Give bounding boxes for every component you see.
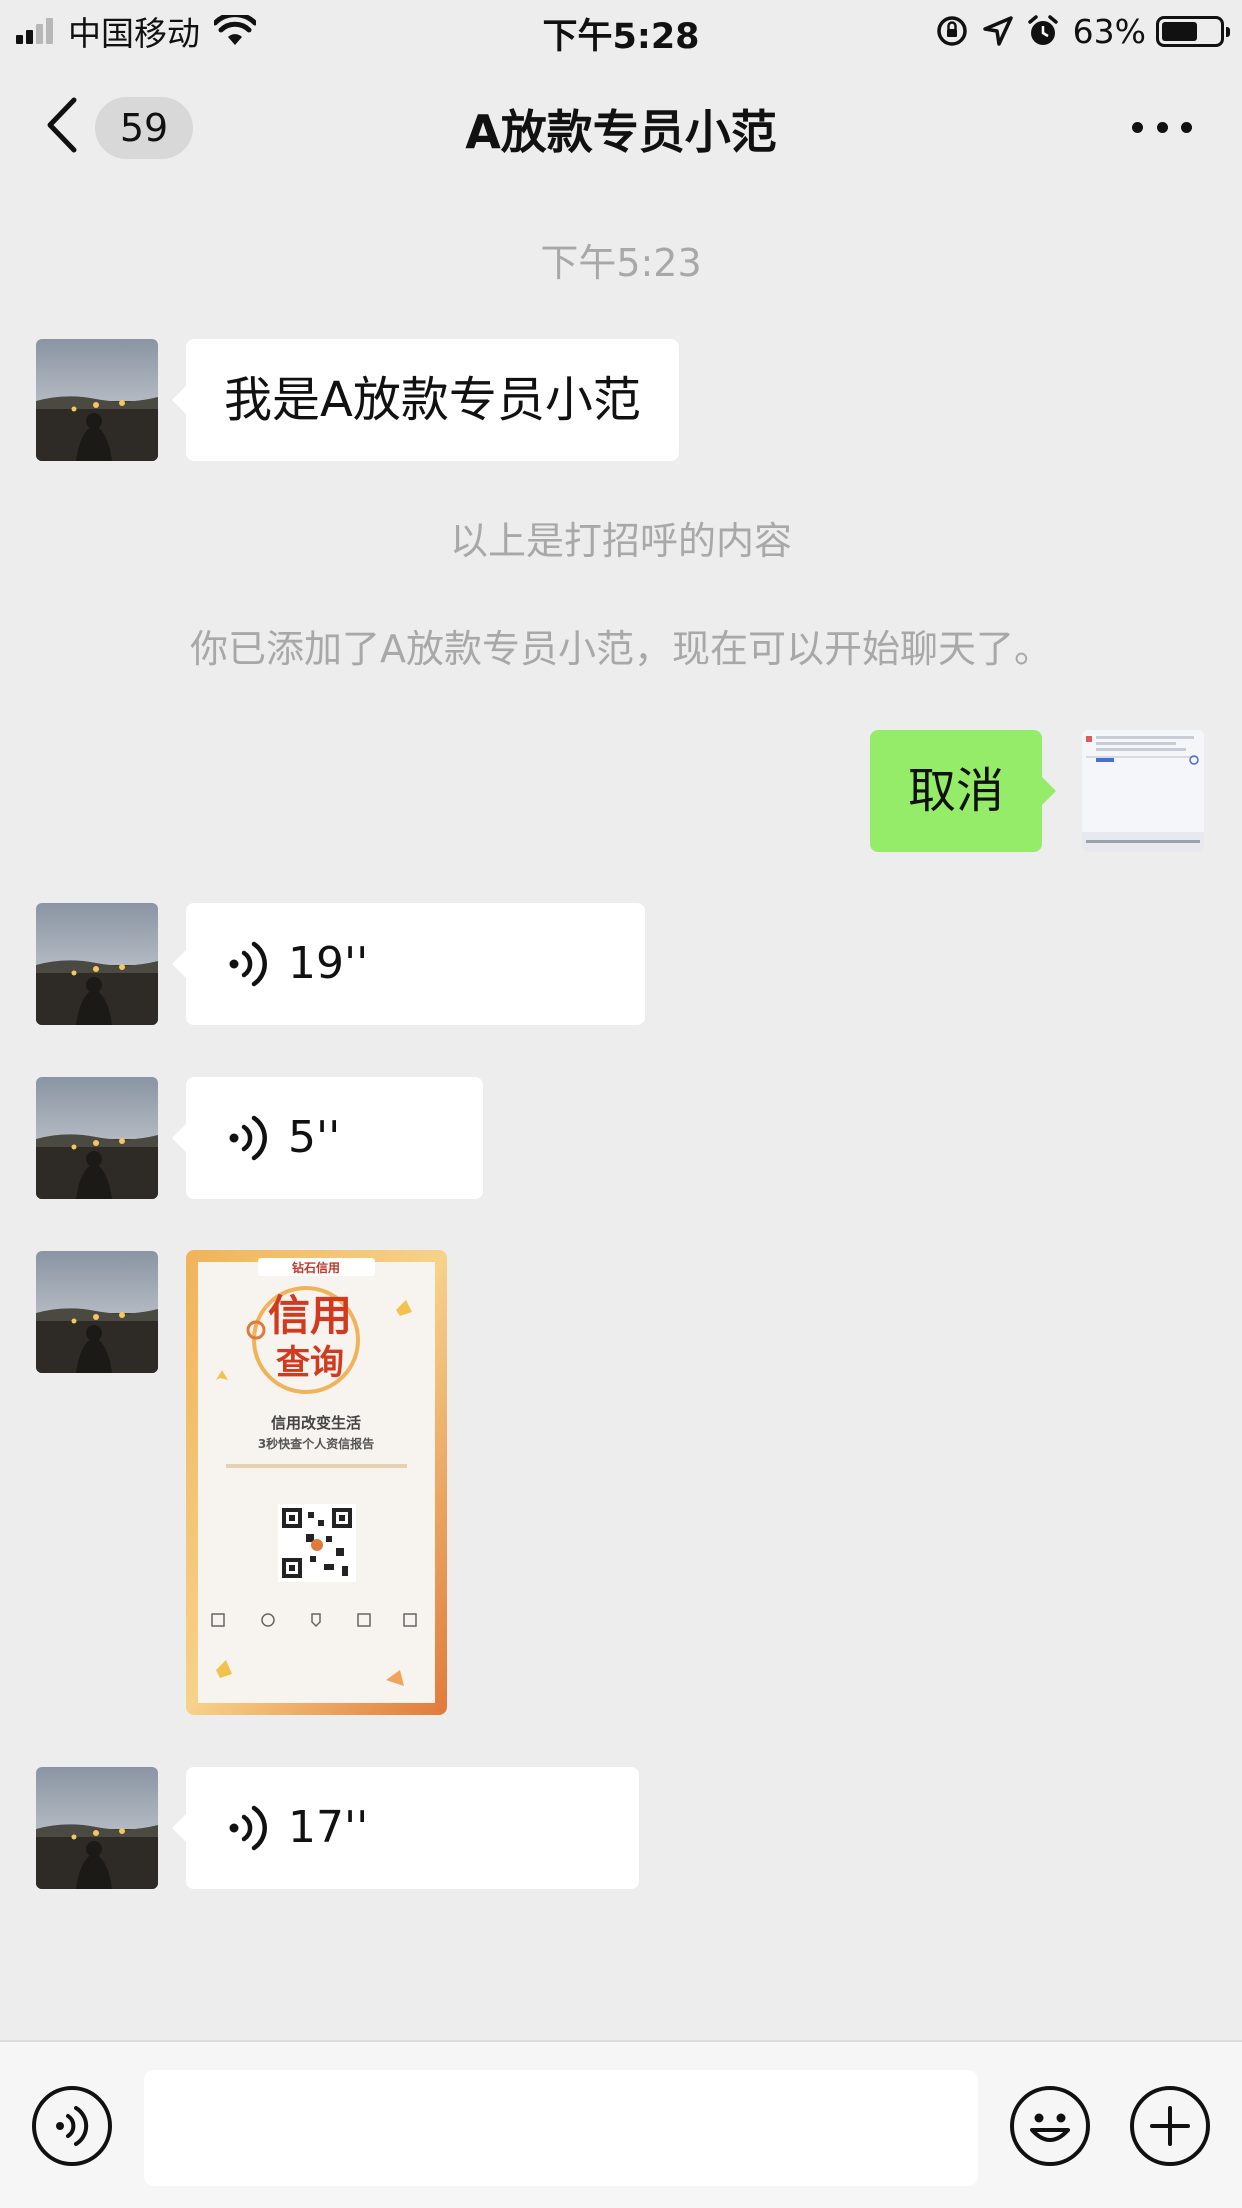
more-dots-icon[interactable] [1132, 110, 1192, 144]
contact-avatar[interactable] [36, 903, 158, 1025]
voice-duration: 5'' [288, 1112, 341, 1163]
contact-avatar[interactable] [36, 1767, 158, 1889]
unread-count-badge[interactable]: 59 [95, 97, 193, 159]
voice-duration: 17'' [288, 1802, 369, 1853]
nav-bar: 59 A放款专员小范 [0, 62, 1242, 190]
voice-message-bubble[interactable]: 5'' [172, 1077, 483, 1199]
image-message-poster[interactable]: 钻石信用 信用 查询 信用改变生活 3秒快查个人资信报告 [186, 1250, 447, 1715]
poster-headline-1: 信用 [268, 1291, 352, 1340]
greeting-message-text: 我是A放款专员小范 [224, 372, 641, 428]
poster-tagline: 3秒快查个人资信报告 [258, 1436, 374, 1451]
emoji-icon [1030, 2113, 1070, 2142]
contact-avatar[interactable] [36, 1251, 158, 1373]
plus-icon [1150, 2106, 1190, 2146]
status-bar: 中国移动 下午5:28 63% [0, 0, 1242, 62]
battery-icon [1156, 15, 1230, 47]
contact-avatar[interactable] [36, 339, 158, 461]
orientation-lock-icon [936, 16, 967, 46]
poster-headline-2: 查询 [276, 1343, 344, 1383]
avatar-photo [36, 903, 158, 1025]
voice-wave-icon [229, 941, 267, 987]
voice-message-bubble[interactable]: 17'' [172, 1767, 639, 1889]
page-title: A放款专员小范 [465, 105, 777, 159]
emoji-button[interactable] [1010, 2086, 1090, 2166]
location-icon [982, 16, 1013, 46]
poster-brand: 钻石信用 [292, 1260, 340, 1275]
chevron-left-icon [47, 97, 77, 153]
avatar-screenshot [1082, 730, 1204, 852]
voice-duration: 19'' [288, 938, 369, 989]
avatar-photo [36, 1077, 158, 1199]
my-avatar[interactable] [1082, 730, 1204, 852]
system-note-greeting: 以上是打招呼的内容 [449, 519, 792, 563]
input-bar [0, 2040, 1242, 2208]
contact-avatar[interactable] [36, 1077, 158, 1199]
alarm-icon [1027, 15, 1058, 45]
message-input[interactable] [144, 2070, 978, 2186]
my-message-bubble[interactable]: 取消 [870, 730, 1057, 852]
back-button[interactable] [40, 90, 90, 160]
plus-button[interactable] [1130, 2086, 1210, 2166]
voice-input-icon [56, 2106, 89, 2146]
voice-input-button[interactable] [32, 2086, 112, 2166]
avatar-photo [36, 1767, 158, 1889]
chat-timestamp: 下午5:23 [540, 241, 702, 285]
avatar-photo [36, 1251, 158, 1373]
avatar-photo [36, 339, 158, 461]
my-message-text: 取消 [908, 763, 1005, 819]
poster-subtitle: 信用改变生活 [271, 1414, 361, 1432]
voice-message-bubble[interactable]: 19'' [172, 903, 645, 1025]
voice-wave-icon [229, 1805, 267, 1851]
battery-percent: 63% [1072, 11, 1146, 51]
greeting-bubble[interactable]: 我是A放款专员小范 [172, 339, 679, 461]
system-note-added: 你已添加了A放款专员小范，现在可以开始聊天了。 [190, 627, 1052, 671]
voice-wave-icon [229, 1115, 267, 1161]
battery-level [1162, 21, 1197, 41]
chat-screen: 中国移动 下午5:28 63% 59 A放款专员小范 下午5:23 我是A放款专… [0, 0, 1242, 2208]
